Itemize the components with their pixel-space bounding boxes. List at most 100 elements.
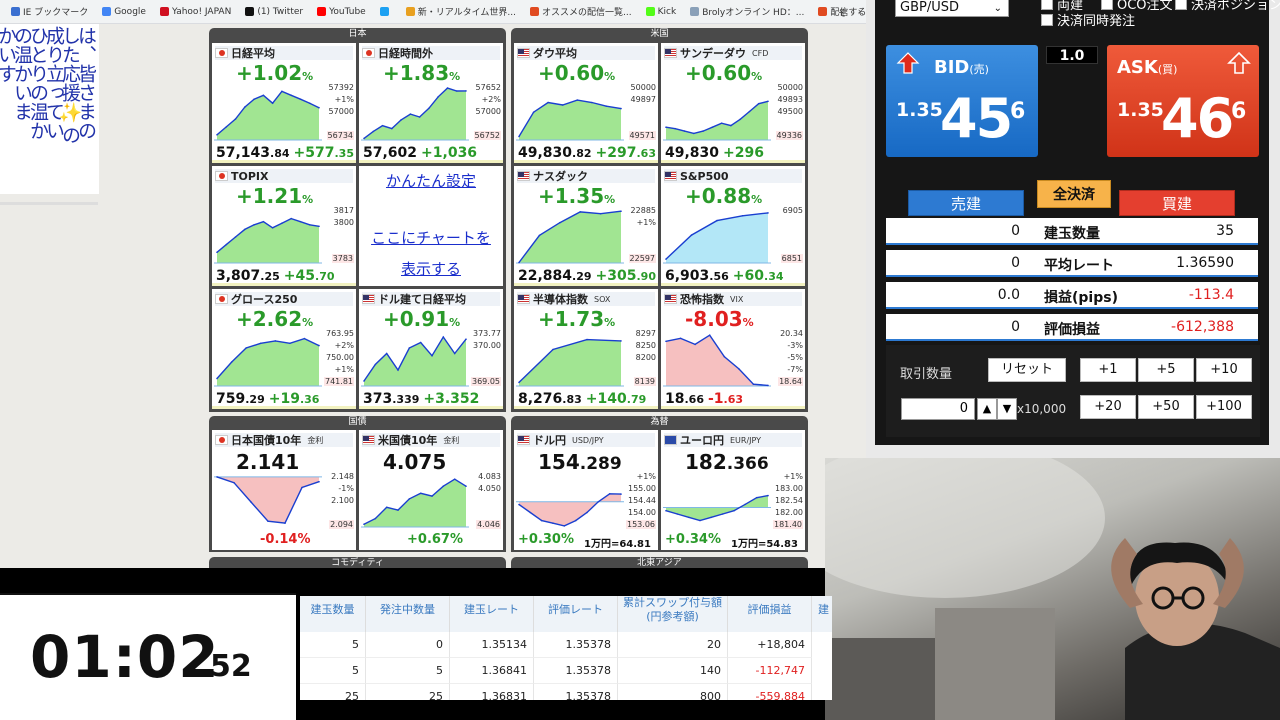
change-int: +19 [268,391,300,407]
market-tile-nikkei-ext[interactable]: 日経時間外 +1.83% 57652 +2% 57000 56752 57,602 +1,03… [359,43,503,163]
lot-plus-20-button[interactable]: +20 [1080,395,1136,419]
chart-point [453,478,456,480]
lot-plus-10-button[interactable]: +10 [1196,358,1252,382]
axis-label: 49336 [775,131,803,140]
market-tile-jgb10[interactable]: 日本国債10年 金利 2.141 2.148 -1% 2.100 2.094 -0.14% [212,430,356,550]
market-tile-easy[interactable]: かんたん設定 ここにチャートを 表示する [359,166,503,286]
checkbox-close-position[interactable]: 決済ポジション指定 [1175,0,1280,13]
mini-chart [516,493,624,527]
show-chart-link[interactable]: ここにチャートを [359,227,503,248]
price-int: 18 [665,391,685,407]
bookmark-item[interactable]: YouTube [312,7,371,17]
lot-decrement-button[interactable]: ▼ [997,398,1017,420]
market-tile-ust10[interactable]: 米国債10年 金利 4.075 4.083 4.050 4.046 +0.67% [359,430,503,550]
bookmark-item[interactable]: オススメの配信一覧... [525,5,637,18]
price-int: 22,884 [518,268,573,284]
lot-plus-50-button[interactable]: +50 [1138,395,1194,419]
buy-position-tab[interactable]: 買建 [1119,190,1235,216]
change-value: +1.73 [538,307,605,331]
percent-sign: % [604,193,616,206]
tile-subname: 金利 [307,435,324,445]
table-header-label: 評価損益 [747,603,792,616]
summary-label: 平均レート [1044,258,1114,274]
bookmark-item[interactable]: Google [97,7,151,17]
market-tile-semi[interactable]: 半導体指数 SOX +1.73% 8297 8250 8200 8139 8,276.83 +1… [514,289,658,409]
ask-buy-button[interactable]: ASK(買) 1.35 46 6 [1107,45,1259,157]
summary-right-value: -612,388 [1171,319,1234,335]
axis-label: 750.00 [326,353,354,362]
chart-point [303,337,306,340]
tile-change-percent: +0.91% [383,307,460,331]
foot-change-value: +0.67 [407,532,450,547]
chart-point [290,217,292,220]
bookmark-item[interactable] [375,7,397,16]
change-value: +1.02 [236,61,303,85]
summary-right-value: 1.36590 [1176,255,1234,271]
market-tile-nikkei[interactable]: 日経平均 +1.02% 57392 +1% 57000 56734 57,143.84 +57… [212,43,356,163]
bookmarks-overflow-icon[interactable]: › [858,5,862,18]
bookmark-item[interactable]: (1) Twitter [240,7,308,17]
market-tile-vix[interactable]: 恐怖指数 VIX -8.03% 20.34 -3% -5% -7% 18.64 18.66 -1.… [661,289,805,409]
market-tile-sandow[interactable]: サンデーダウ CFD +0.60% 50000 49893 49500 49336 49,83… [661,43,805,163]
mini-chart [214,217,322,264]
change-dec: .35 [334,147,355,160]
mini-chart [663,100,771,141]
market-tile-growth[interactable]: グロース250 +2.62% 763.95 +2% 750.00 +1% 741.81 759… [212,289,356,409]
bookmark-item[interactable]: Brolyオンライン HD：... [685,5,809,18]
market-tile-nasdaq[interactable]: ナスダック +1.35% 22885 +1% 22597 22,884.29 +305.90 [514,166,658,286]
bookmark-favicon-icon [405,7,415,16]
bookmark-favicon-icon [379,7,389,16]
bookmark-item[interactable]: IE ブックマーク [6,5,93,18]
market-tile-dow[interactable]: ダウ平均 +0.60% 50000 49897 49571 49,830.82 +297.6… [514,43,658,163]
bookmarks-folder[interactable]: そ [838,6,847,19]
market-tile-eurjpy[interactable]: ユーロ円 EUR/JPY 182.366 +1% 183.00 182.54 182.00 1… [661,430,805,550]
chart-point [591,101,593,104]
axis-label: 763.95 [326,329,354,338]
market-tile-usdjpy[interactable]: ドル円 USD/JPY 154.289 +1% 155.00 154.44 154.00 15… [514,430,658,550]
checkbox-simultaneous-close-label: 決済同時発注 [1057,14,1136,29]
lot-quantity-input[interactable]: 0 [901,398,975,420]
summary-right-value: -113.4 [1188,287,1234,303]
lot-plus-1-button[interactable]: +1 [1080,358,1136,382]
reset-button[interactable]: リセット [988,358,1066,382]
country-flag-icon [215,294,228,304]
axis-label: 2.148 [331,472,354,481]
bookmark-favicon-icon [645,7,655,16]
bid-sell-button[interactable]: BID(売) 1.35 45 6 [886,45,1038,157]
lot-plus-5-button[interactable]: +5 [1138,358,1194,382]
mini-chart [361,478,469,528]
chart-point [408,498,411,500]
chart-point [574,519,577,522]
chart-point [374,517,377,520]
market-tile-sp500[interactable]: S&P500 +0.88% 6905 6851 6,903.56 +60.34 [661,166,805,286]
lot-plus-100-button[interactable]: +100 [1196,395,1252,419]
chart-point [586,511,588,514]
price-change: +140.79 [586,391,646,407]
chart-point [708,334,711,336]
currency-pair-select[interactable]: GBP/USD ⌄ [895,0,1009,17]
easy-setup-link[interactable]: かんたん設定 [359,170,503,191]
country-flag-icon [517,435,530,445]
sell-position-tab[interactable]: 売建 [908,190,1024,216]
tile-change-percent: +1.21% [236,184,313,208]
tile-footer: 6,903.56 +60.34 [665,268,784,284]
close-all-button[interactable]: 全決済 [1037,180,1111,208]
market-tile-topix[interactable]: TOPIX +1.21% 3817 3800 3783 3,807.25 +45.70 [212,166,356,286]
table-header-label: 累計スワップ付与額 [623,596,722,609]
table-column-header: 建玉数量 [300,596,366,632]
change-value: +0.60 [685,61,752,85]
bookmark-item[interactable]: Yahoo! JAPAN [155,7,236,17]
market-tile-usd-nikkei[interactable]: ドル建て日経平均 +0.91% 373.77 370.00 369.05 373.339 +… [359,289,503,409]
chart-point [608,493,611,495]
lot-increment-button[interactable]: ▲ [977,398,997,420]
chart-point [267,520,269,522]
change-dec: .34 [764,270,784,283]
show-chart-link-2[interactable]: 表示する [359,258,503,279]
tile-title: ダウ平均 [517,46,655,60]
chart-area [217,476,319,524]
bookmark-item[interactable]: 新・リアルタイム世界... [401,5,521,18]
ask-price-fraction: 6 [1231,99,1247,124]
tile-value: 2.141 [236,450,299,474]
checkbox-simultaneous-close[interactable]: 決済同時発注 [1041,10,1135,29]
bookmark-item[interactable]: Kick [641,7,682,17]
